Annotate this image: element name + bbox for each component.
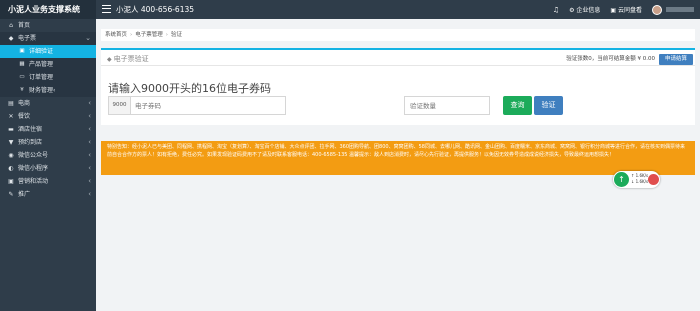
store-icon: ▼ <box>8 139 14 146</box>
sidebar-item-label: 酒店住宿 <box>18 126 43 133</box>
download-speed: ↓ 1.6K/s <box>631 179 649 184</box>
chevron-left-icon: ‹ <box>88 112 91 120</box>
panel-header: ◆ 电子票验证 验证张数0，当前可结算金额 ¥ 0.00 申请结算 <box>101 52 695 66</box>
ticket-code-group: 9000 <box>108 96 286 115</box>
breadcrumb-home[interactable]: 系统首页 <box>105 32 127 38</box>
marketing-icon: ▣ <box>8 178 14 185</box>
sidebar-item-label: 餐饮 <box>18 113 31 120</box>
finance-icon: ¥ <box>20 87 24 93</box>
mini-program-icon: ◐ <box>8 165 14 172</box>
sidebar-item-ecommerce[interactable]: ▤ 电商 ‹ <box>0 97 96 110</box>
sidebar-item-mini-program[interactable]: ◐ 微信小程序 ‹ <box>0 162 96 175</box>
avatar[interactable] <box>652 4 662 15</box>
sidebar-item-label: 电商 <box>18 100 31 107</box>
query-button[interactable]: 查询 <box>503 96 532 115</box>
shop-icon: ▤ <box>8 100 14 107</box>
chevron-left-icon: ‹ <box>88 125 91 133</box>
sidebar-subitem-finance[interactable]: ¥ 财务管理 ‹ <box>0 84 96 97</box>
verify-panel: ◆ 电子票验证 验证张数0，当前可结算金额 ¥ 0.00 申请结算 请输入9000… <box>101 48 695 125</box>
verify-heading: 请输入9000开头的16位电子券码 <box>108 82 271 95</box>
breadcrumb: 系统首页 › 电子票管理 › 验证 <box>101 29 695 41</box>
verify-quantity-input[interactable] <box>404 96 490 115</box>
top-bar: 小泥人业务支撑系统 小泥人 400-656-6135 ♫ ⚙ 企业信息 ▣ 云同… <box>0 0 700 19</box>
chevron-left-icon: ‹ <box>88 151 91 159</box>
code-prefix: 9000 <box>109 97 131 114</box>
chevron-left-icon: ‹ <box>88 177 91 185</box>
sidebar-item-label: 首页 <box>18 22 31 29</box>
hotline: 小泥人 400-656-6135 <box>116 5 195 14</box>
sidebar-subitem-label: 产品管理 <box>29 61 54 68</box>
chevron-left-icon: ‹ <box>88 164 91 172</box>
network-speed-widget[interactable]: ↑ ↑ 1.6K/s ↓ 1.6K/s <box>613 171 660 188</box>
panel-title-label: 电子票验证 <box>113 55 149 63</box>
breadcrumb-separator: › <box>130 32 133 38</box>
sidebar-item-label: 微信小程序 <box>18 165 49 172</box>
top-right-menu: ♫ ⚙ 企业信息 ▣ 云同盘看 <box>553 0 700 19</box>
verify-button[interactable]: 验证 <box>534 96 563 115</box>
bell-icon[interactable]: ♫ <box>553 6 559 14</box>
enterprise-info-link[interactable]: ⚙ 企业信息 <box>569 5 600 14</box>
sidebar-item-wechat-official[interactable]: ◉ 微信公众号 ‹ <box>0 149 96 162</box>
sidebar-subitem-products[interactable]: ▦ 产品管理 <box>0 58 96 71</box>
promotion-icon: ✎ <box>8 191 14 198</box>
speed-meter-icon: ↑ <box>614 172 629 187</box>
sidebar-item-store-booking[interactable]: ▼ 预约到店 ‹ <box>0 136 96 149</box>
sidebar-item-e-ticket[interactable]: ◆ 电子票 ⌄ <box>0 32 96 45</box>
sidebar-item-home[interactable]: ⌂ 首页 <box>0 19 96 32</box>
sidebar-item-label: 微信公众号 <box>18 152 49 159</box>
brand-logo[interactable]: 小泥人业务支撑系统 <box>0 0 96 19</box>
status-dot-icon <box>648 174 659 185</box>
order-icon: ▭ <box>19 74 25 80</box>
cloud-view-label: 云同盘看 <box>617 7 642 14</box>
cloud-view-link[interactable]: ▣ 云同盘看 <box>610 5 642 14</box>
sidebar-subitem-label: 订单管理 <box>29 74 54 81</box>
sidebar-item-label: 推广 <box>18 191 31 198</box>
enterprise-info-label: 企业信息 <box>576 7 601 14</box>
sidebar-subitem-label: 财务管理 <box>29 87 54 94</box>
product-icon: ▦ <box>19 61 25 67</box>
ticket-code-input[interactable] <box>131 97 285 114</box>
breadcrumb-separator: › <box>165 32 168 38</box>
sidebar: ⌂ 首页 ◆ 电子票 ⌄ ▣ 详细验证 ▦ 产品管理 ▭ 订单管理 ¥ 财务管理… <box>0 19 96 311</box>
sidebar-subitem-orders[interactable]: ▭ 订单管理 <box>0 71 96 84</box>
sidebar-subitem-label: 详细验证 <box>29 48 54 55</box>
settlement-stats: 验证张数0，当前可结算金额 ¥ 0.00 <box>566 56 655 62</box>
hotel-icon: ▬ <box>8 126 14 133</box>
breadcrumb-current: 验证 <box>170 32 182 38</box>
sidebar-item-promotion[interactable]: ✎ 推广 ‹ <box>0 188 96 201</box>
notice-banner: 特别告知：经小泥人已与美团、同程网、携程网、淘宝（复划算）、淘宝百个店铺、大众点… <box>101 141 695 175</box>
chevron-left-icon: ‹ <box>53 87 56 94</box>
ticket-icon: ◆ <box>107 56 112 63</box>
sidebar-item-hotel[interactable]: ▬ 酒店住宿 ‹ <box>0 123 96 136</box>
breadcrumb-e-ticket[interactable]: 电子票管理 <box>135 32 163 38</box>
sidebar-item-label: 营销和活动 <box>18 178 49 185</box>
verify-icon: ▣ <box>19 48 25 54</box>
sidebar-item-marketing[interactable]: ▣ 营销和活动 ‹ <box>0 175 96 188</box>
ticket-icon: ◆ <box>8 35 14 42</box>
chevron-left-icon: ‹ <box>88 190 91 198</box>
chevron-left-icon: ‹ <box>88 99 91 107</box>
wechat-icon: ◉ <box>8 152 14 159</box>
apply-settlement-button[interactable]: 申请结算 <box>659 54 693 65</box>
food-icon: ✕ <box>8 113 14 120</box>
chevron-left-icon: ‹ <box>88 138 91 146</box>
home-icon: ⌂ <box>9 22 13 29</box>
chevron-down-icon: ⌄ <box>85 34 91 42</box>
sidebar-item-label: 电子票 <box>18 35 37 42</box>
menu-toggle-icon[interactable] <box>102 5 111 13</box>
panel-title: ◆ 电子票验证 <box>107 52 149 67</box>
sidebar-item-label: 预约到店 <box>18 139 43 146</box>
sidebar-item-dining[interactable]: ✕ 餐饮 ‹ <box>0 110 96 123</box>
speed-values: ↑ 1.6K/s ↓ 1.6K/s <box>631 173 648 185</box>
sidebar-subitem-verify[interactable]: ▣ 详细验证 <box>0 45 96 58</box>
user-menu[interactable] <box>666 7 694 12</box>
